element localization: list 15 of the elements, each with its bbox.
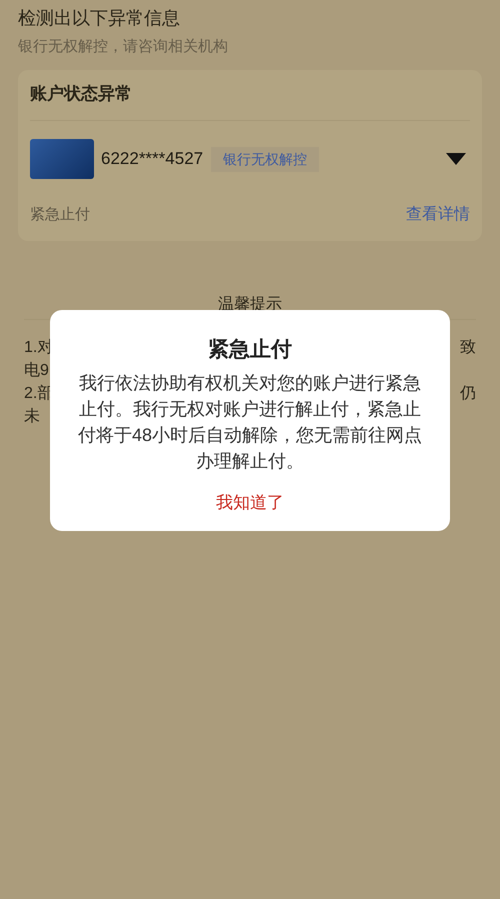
bank-card-image bbox=[30, 139, 94, 179]
acknowledge-button[interactable]: 我知道了 bbox=[216, 490, 284, 515]
card-number: 6222****4527 bbox=[101, 148, 204, 170]
dialog-message: 我行依法协助有权机关对您的账户进行紧急止付。我行无权对账户进行解止付，紧急止付将于48小时后自动解除，您无需前往网点办理解止付。 bbox=[76, 372, 424, 472]
dialog-title: 紧急止付 bbox=[208, 337, 292, 363]
tip-text: 未 bbox=[24, 406, 40, 427]
card-title: 账户状态异常 bbox=[30, 83, 133, 105]
page-title: 检测出以下异常信息 bbox=[18, 7, 181, 30]
status-text: 紧急止付 bbox=[30, 204, 90, 225]
dropdown-triangle-icon[interactable] bbox=[446, 153, 466, 165]
page-subtitle: 银行无权解控，请咨询相关机构 bbox=[18, 37, 229, 57]
tip-text: 仍 bbox=[460, 384, 476, 404]
tip-text: 电9 bbox=[24, 360, 49, 381]
tip-text: 致 bbox=[460, 338, 476, 358]
status-badge: 银行无权解控 bbox=[211, 146, 320, 172]
